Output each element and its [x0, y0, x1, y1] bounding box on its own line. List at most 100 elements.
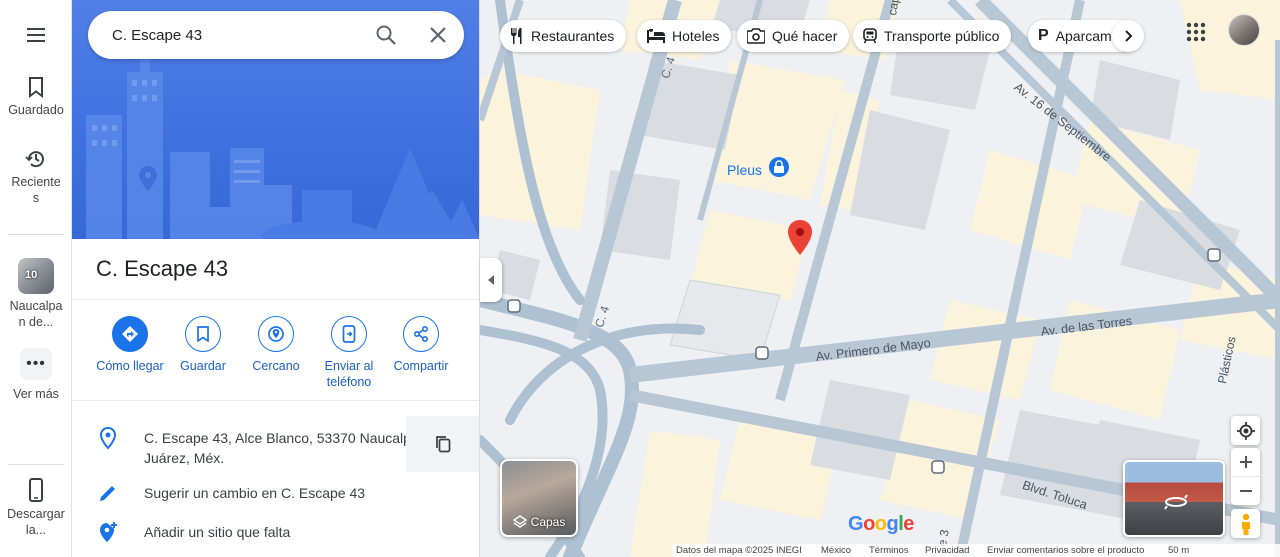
suggest-edit-row[interactable]: Sugerir un cambio en C. Escape 43 [72, 481, 479, 507]
share-label: Compartir [393, 359, 449, 373]
camera-icon [747, 28, 765, 44]
footer-scale-label[interactable]: 50 m [1168, 545, 1189, 556]
place-title: C. Escape 43 [96, 256, 229, 281]
share-icon [413, 326, 428, 342]
see-more-button[interactable]: ••• Ver más [0, 348, 72, 402]
plus-icon [1239, 456, 1252, 468]
chip-parking-label: Aparcam [1055, 28, 1112, 44]
nearby-button[interactable]: Cercano [240, 316, 312, 374]
save-label: Guardar [180, 359, 226, 373]
caret-left-icon [488, 275, 494, 285]
recent-place-label-1: Naucalpa [9, 299, 63, 313]
divider [72, 400, 479, 401]
chip-transit-label: Transporte público [884, 28, 1000, 44]
search-box [88, 11, 464, 59]
apps-grid-icon[interactable] [1182, 18, 1210, 46]
chip-transit[interactable]: Transporte público [853, 20, 1012, 52]
chip-things-to-do-label: Qué hacer [772, 28, 838, 44]
download-app-button[interactable]: Descargar la... [0, 478, 72, 538]
train-icon [863, 28, 877, 44]
menu-button[interactable] [0, 24, 72, 50]
send-to-phone-button[interactable]: Enviar al teléfono [313, 316, 385, 390]
download-label-1: Descargar [7, 507, 65, 521]
address-line-1: C. Escape 43, Alce Blanco, 53370 Naucalp… [144, 430, 427, 446]
divider [72, 299, 479, 300]
directions-button[interactable]: Cómo llegar [94, 316, 166, 374]
my-location-icon [1236, 421, 1255, 440]
recent-place-naucalpan[interactable]: 10 Naucalpa n de... [0, 258, 72, 330]
zoom-out-button[interactable] [1231, 477, 1260, 505]
street-view-rotate-icon [1164, 494, 1188, 510]
map-label-pleus[interactable]: Pleus [727, 162, 762, 178]
chip-hotels[interactable]: Hoteles [637, 20, 732, 52]
share-icon-circle [403, 316, 439, 352]
left-rail: Guardado Reciente s 10 Naucalpa n de... … [0, 0, 72, 557]
chevron-right-icon [1125, 30, 1133, 42]
copy-address-button[interactable] [406, 416, 479, 472]
save-button[interactable]: Guardar [167, 316, 239, 374]
share-button[interactable]: Compartir [385, 316, 457, 374]
see-more-label: Ver más [13, 387, 59, 401]
hotel-icon [647, 29, 665, 43]
directions-label: Cómo llegar [96, 359, 164, 373]
chips-next-button[interactable] [1112, 20, 1144, 52]
layers-label: Capas [530, 515, 566, 529]
recents-label-2: s [32, 191, 40, 205]
minus-icon [1239, 489, 1252, 492]
collapse-panel-button[interactable] [480, 258, 502, 302]
location-pin-icon [99, 426, 117, 450]
close-icon[interactable] [426, 23, 450, 47]
maps-app: Pleus C. 4 C. 4 Av. 16 de Septiembre Av.… [0, 0, 1280, 557]
add-location-icon [100, 522, 117, 542]
search-input[interactable] [112, 11, 362, 59]
street-view-thumbnail[interactable] [1123, 460, 1225, 537]
layers-label-row: Capas [502, 515, 576, 529]
place-panel: C. Escape 43 Cómo llegar Guardar Cercano [72, 0, 480, 557]
send-to-phone-icon [342, 325, 356, 343]
recents-button[interactable]: Reciente s [0, 148, 72, 206]
save-icon-circle [185, 316, 221, 352]
saved-button[interactable]: Guardado [0, 76, 72, 118]
suggest-edit-text: Sugerir un cambio en C. Escape 43 [144, 485, 366, 501]
download-label-2: la... [25, 523, 47, 537]
directions-icon-circle [112, 316, 148, 352]
footer-feedback[interactable]: Enviar comentarios sobre el producto [987, 545, 1144, 556]
history-icon [25, 151, 44, 168]
my-location-button[interactable] [1231, 416, 1260, 445]
recents-label-1: Reciente [11, 175, 61, 189]
nearby-label: Cercano [252, 359, 300, 373]
restaurant-icon [511, 28, 522, 44]
address-text: C. Escape 43, Alce Blanco, 53370 Naucalp… [144, 428, 434, 468]
search-icon[interactable] [374, 23, 398, 47]
zoom-in-button[interactable] [1231, 449, 1260, 477]
footer-country[interactable]: México [821, 545, 851, 556]
layers-icon [512, 515, 527, 528]
saved-label: Guardado [8, 103, 64, 117]
add-place-row[interactable]: Añadir un sitio que falta [72, 520, 479, 546]
footer-privacy[interactable]: Privacidad [925, 545, 969, 556]
recent-place-thumbnail: 10 [18, 258, 54, 294]
account-avatar[interactable] [1228, 14, 1260, 46]
chip-restaurants[interactable]: Restaurantes [500, 20, 627, 52]
zoom-controls [1231, 448, 1260, 505]
layers-button[interactable]: Capas [500, 459, 578, 537]
pencil-icon [100, 486, 115, 501]
pegman-button[interactable] [1231, 509, 1260, 538]
rail-divider [8, 234, 64, 235]
add-place-text: Añadir un sitio que falta [144, 524, 291, 540]
footer-map-data: Datos del mapa ©2025 INEGI [676, 545, 802, 556]
chip-things-to-do[interactable]: Qué hacer [737, 20, 850, 52]
send-to-phone-icon-circle [331, 316, 367, 352]
send-to-phone-label-2: teléfono [326, 375, 372, 389]
rail-divider [8, 464, 64, 465]
recent-place-badge-icon: 10 [25, 269, 38, 281]
phone-icon [29, 478, 43, 502]
footer-terms[interactable]: Términos [869, 545, 909, 556]
chip-hotels-label: Hoteles [672, 28, 720, 44]
directions-icon [122, 326, 138, 342]
google-logo: Google [848, 513, 914, 535]
address-line-2: Juárez, Méx. [144, 450, 225, 466]
bookmark-icon [29, 77, 43, 98]
parking-icon: P [1038, 27, 1049, 44]
map-footer: Datos del mapa ©2025 INEGI México Términ… [672, 544, 1280, 557]
